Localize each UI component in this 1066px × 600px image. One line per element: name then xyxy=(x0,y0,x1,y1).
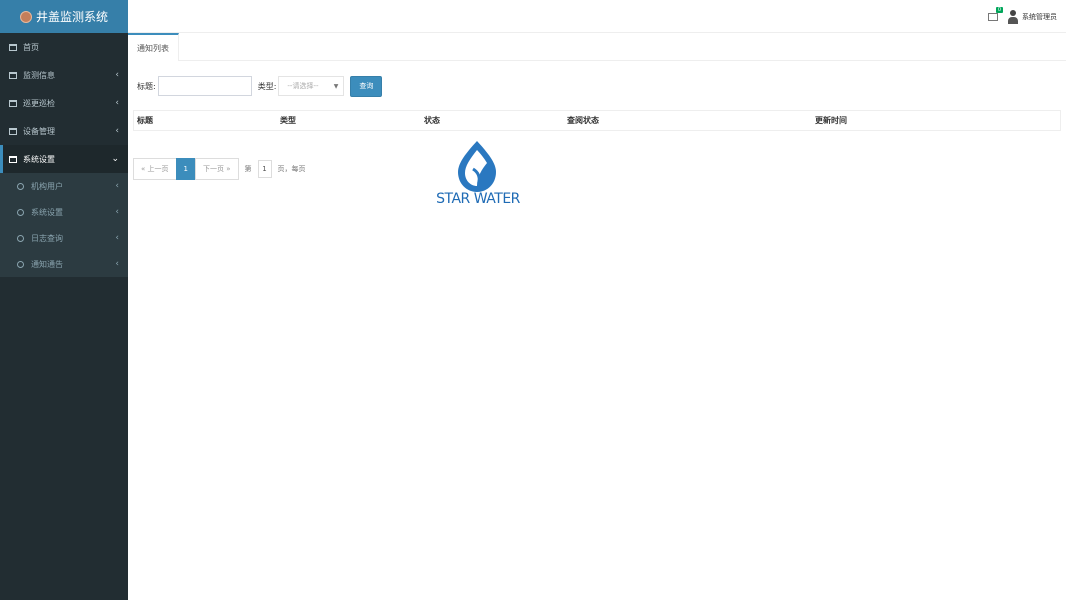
chevron-left-icon: ‹ xyxy=(115,207,119,217)
prev-page-button[interactable]: « 上一页 xyxy=(133,158,177,180)
manhole-logo-icon xyxy=(19,10,32,23)
page-info-suffix: 页，每页 xyxy=(277,165,306,173)
chevron-left-icon: ‹ xyxy=(115,98,119,108)
tab-bar: 通知列表 xyxy=(128,33,1066,61)
app-title: 井盖监测系统 xyxy=(35,10,108,24)
pagination: « 上一页 1 下一页 » 第 1 页，每页 xyxy=(133,158,306,180)
query-button[interactable]: 查询 xyxy=(350,75,383,97)
notice-table-header: 标题 类型 状态 查阅状态 更新时间 xyxy=(133,110,1061,131)
table-icon xyxy=(9,155,17,163)
sidebar-item-system-settings[interactable]: 系统设置 ⌄ xyxy=(0,145,128,173)
chevron-down-icon: ⌄ xyxy=(111,154,119,164)
column-header-status[interactable]: 状态 xyxy=(424,111,440,130)
sidebar-item-label: 设备管理 xyxy=(23,126,55,136)
sidebar-item-devices[interactable]: 设备管理 ‹ xyxy=(0,117,128,145)
circle-icon xyxy=(17,260,24,268)
sidebar-subitem-label: 通知通告 xyxy=(31,259,63,269)
column-header-type[interactable]: 类型 xyxy=(280,111,296,130)
sidebar-subitem-label: 机构用户 xyxy=(31,181,63,191)
user-avatar-icon xyxy=(1008,9,1018,24)
sidebar: 井盖监测系统 首页 监测信息 ‹ 巡更巡检 ‹ 设备管理 ‹ 系统设置 ⌄ 机构… xyxy=(0,0,128,600)
page-1-button[interactable]: 1 xyxy=(175,158,196,180)
title-input[interactable] xyxy=(157,76,252,96)
page-number-input[interactable]: 1 xyxy=(257,160,272,178)
main-content: 通知列表 标题: 类型: --请选择-- ▼ 查询 标题 类型 状态 查阅状态 … xyxy=(128,33,1066,600)
top-header: 0 系统管理员 xyxy=(128,0,1066,33)
watermark-text: STAR WATER xyxy=(436,191,520,207)
sidebar-subitem-label: 系统设置 xyxy=(31,207,63,217)
water-drop-logo-icon xyxy=(458,141,496,192)
column-header-read-status[interactable]: 查阅状态 xyxy=(567,111,599,130)
sidebar-subitem-notices[interactable]: 通知通告 ‹ xyxy=(0,251,128,277)
sidebar-item-label: 巡更巡检 xyxy=(23,98,55,108)
table-icon xyxy=(9,127,17,135)
page-info-prefix: 第 xyxy=(244,165,252,173)
sidebar-submenu: 机构用户 ‹ 系统设置 ‹ 日志查询 ‹ 通知通告 ‹ xyxy=(0,173,128,277)
sidebar-subitem-system-config[interactable]: 系统设置 ‹ xyxy=(0,199,128,225)
title-label: 标题: xyxy=(137,81,156,91)
sidebar-subitem-org-users[interactable]: 机构用户 ‹ xyxy=(0,173,128,199)
circle-icon xyxy=(17,182,24,190)
chevron-left-icon: ‹ xyxy=(115,259,119,269)
sidebar-subitem-log-query[interactable]: 日志查询 ‹ xyxy=(0,225,128,251)
star-water-watermark: STAR WATER xyxy=(432,139,522,211)
table-icon xyxy=(9,43,17,51)
filter-bar: 标题: 类型: --请选择-- ▼ 查询 xyxy=(137,75,383,97)
type-label: 类型: xyxy=(257,81,277,91)
circle-icon xyxy=(17,208,24,216)
chevron-left-icon: ‹ xyxy=(115,70,119,80)
type-select[interactable]: --请选择-- ▼ xyxy=(278,76,345,96)
sidebar-item-patrol[interactable]: 巡更巡检 ‹ xyxy=(0,89,128,117)
sidebar-item-monitoring[interactable]: 监测信息 ‹ xyxy=(0,61,128,89)
table-icon xyxy=(9,71,17,79)
app-logo[interactable]: 井盖监测系统 xyxy=(0,0,128,33)
sidebar-item-label: 系统设置 xyxy=(23,154,55,164)
caret-down-icon: ▼ xyxy=(333,83,339,90)
column-header-title[interactable]: 标题 xyxy=(137,111,153,130)
mail-icon[interactable]: 0 xyxy=(988,6,1003,21)
tab-notice-list[interactable]: 通知列表 xyxy=(128,33,179,61)
page-info: 第 1 页，每页 xyxy=(245,160,306,178)
sidebar-item-label: 首页 xyxy=(23,42,39,52)
chevron-left-icon: ‹ xyxy=(115,181,119,191)
next-page-button[interactable]: 下一页 » xyxy=(194,158,239,180)
circle-icon xyxy=(17,234,24,242)
mail-count-badge: 0 xyxy=(995,6,1003,13)
chevron-left-icon: ‹ xyxy=(115,126,119,136)
user-name: 系统管理员 xyxy=(1022,12,1057,21)
chevron-left-icon: ‹ xyxy=(115,233,119,243)
sidebar-subitem-label: 日志查询 xyxy=(31,233,63,243)
table-icon xyxy=(9,99,17,107)
user-menu[interactable]: 系统管理员 xyxy=(1008,9,1057,24)
type-select-value: --请选择-- xyxy=(287,82,319,90)
sidebar-item-home[interactable]: 首页 xyxy=(0,33,128,61)
column-header-update-time[interactable]: 更新时间 xyxy=(815,111,847,130)
sidebar-item-label: 监测信息 xyxy=(23,70,55,80)
